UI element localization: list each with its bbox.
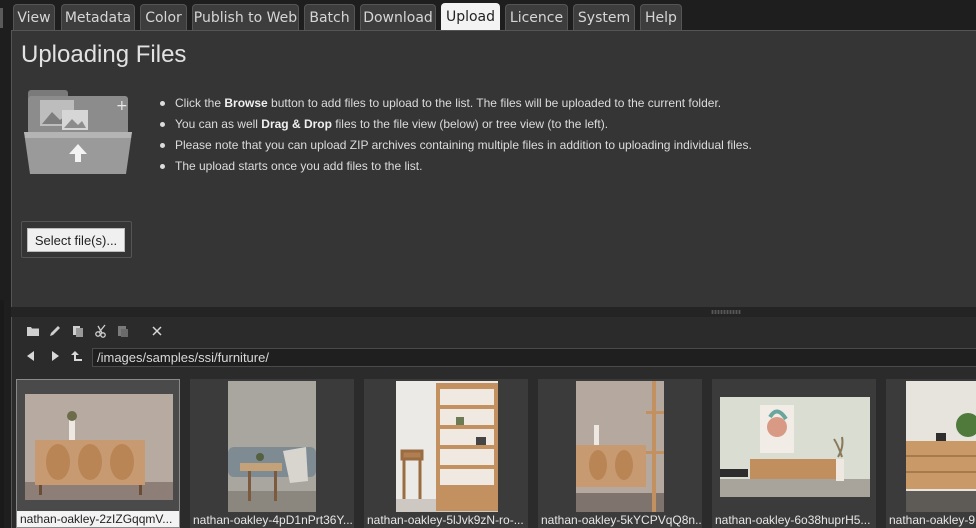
instruction-item: Please note that you can upload ZIP arch… bbox=[157, 135, 752, 156]
thumbnail-item[interactable]: nathan-oakley-9... bbox=[886, 379, 976, 528]
upload-folder-icon: + bbox=[24, 90, 132, 174]
upload-instructions: Click the Browse button to add files to … bbox=[157, 93, 752, 177]
thumbnail-label: nathan-oakley-5kYCPVqQ8n... bbox=[541, 513, 702, 527]
pencil-icon[interactable] bbox=[48, 324, 62, 338]
tab-system[interactable]: System bbox=[573, 4, 635, 30]
tab-color[interactable]: Color bbox=[140, 4, 187, 30]
thumbnail-image bbox=[576, 381, 664, 512]
thumbnail-image bbox=[25, 394, 173, 500]
tab-publish-to-web[interactable]: Publish to Web bbox=[192, 4, 299, 30]
tab-bar: View Metadata Color Publish to Web Batch… bbox=[0, 0, 976, 30]
folder-icon[interactable] bbox=[26, 324, 40, 338]
thumbnail-image bbox=[396, 381, 498, 512]
file-view: /images/samples/ssi/furniture/ nathan-oa… bbox=[11, 317, 976, 528]
tab-upload[interactable]: Upload bbox=[441, 3, 500, 30]
tab-help[interactable]: Help bbox=[640, 4, 682, 30]
forward-arrow-icon[interactable] bbox=[49, 350, 61, 362]
thumbnail-label: nathan-oakley-6o38huprH5... bbox=[715, 513, 871, 527]
upload-panel: Uploading Files + Click the Browse butto… bbox=[11, 30, 976, 307]
thumbnail-image bbox=[720, 397, 870, 497]
scissors-icon[interactable] bbox=[94, 324, 108, 338]
tab-licence[interactable]: Licence bbox=[505, 4, 568, 30]
back-arrow-icon[interactable] bbox=[25, 350, 37, 362]
instruction-item: You can as well Drag & Drop files to the… bbox=[157, 114, 752, 135]
thumbnail-label: nathan-oakley-2zIZGqqmV... bbox=[17, 511, 179, 527]
instruction-item: The upload starts once you add files to … bbox=[157, 156, 752, 177]
thumbnail-label: nathan-oakley-9... bbox=[889, 513, 976, 527]
tab-download[interactable]: Download bbox=[360, 4, 436, 30]
thumbnail-item[interactable]: nathan-oakley-4pD1nPrt36Y... bbox=[190, 379, 354, 528]
thumbnail-label: nathan-oakley-5lJvk9zN-ro-... bbox=[367, 513, 524, 527]
select-files-frame: Select file(s)... bbox=[21, 221, 132, 258]
thumbnail-item[interactable]: nathan-oakley-6o38huprH5... bbox=[712, 379, 876, 528]
up-folder-icon[interactable] bbox=[71, 350, 83, 362]
left-scrollbar[interactable] bbox=[0, 300, 4, 528]
paste-icon[interactable] bbox=[116, 324, 130, 338]
tab-metadata[interactable]: Metadata bbox=[61, 4, 135, 30]
thumbnail-item[interactable]: nathan-oakley-5kYCPVqQ8n... bbox=[538, 379, 702, 528]
left-edge-marker bbox=[0, 8, 3, 28]
thumbnail-image bbox=[906, 381, 976, 512]
path-field[interactable]: /images/samples/ssi/furniture/ bbox=[92, 348, 976, 367]
thumbnail-label: nathan-oakley-4pD1nPrt36Y... bbox=[193, 513, 353, 527]
thumbnail-item[interactable]: nathan-oakley-2zIZGqqmV... bbox=[16, 379, 180, 528]
page-title: Uploading Files bbox=[21, 41, 187, 68]
thumbnail-item[interactable]: nathan-oakley-5lJvk9zN-ro-... bbox=[364, 379, 528, 528]
panel-splitter[interactable] bbox=[11, 307, 976, 317]
close-icon[interactable] bbox=[150, 324, 164, 338]
instruction-item: Click the Browse button to add files to … bbox=[157, 93, 752, 114]
tab-view[interactable]: View bbox=[13, 4, 55, 30]
select-files-button[interactable]: Select file(s)... bbox=[27, 228, 125, 252]
splitter-grip[interactable] bbox=[711, 310, 741, 314]
tab-batch[interactable]: Batch bbox=[304, 4, 355, 30]
thumbnail-image bbox=[228, 381, 316, 512]
copy-icon[interactable] bbox=[71, 324, 85, 338]
app-window: View Metadata Color Publish to Web Batch… bbox=[0, 0, 976, 528]
svg-text:+: + bbox=[116, 98, 128, 114]
